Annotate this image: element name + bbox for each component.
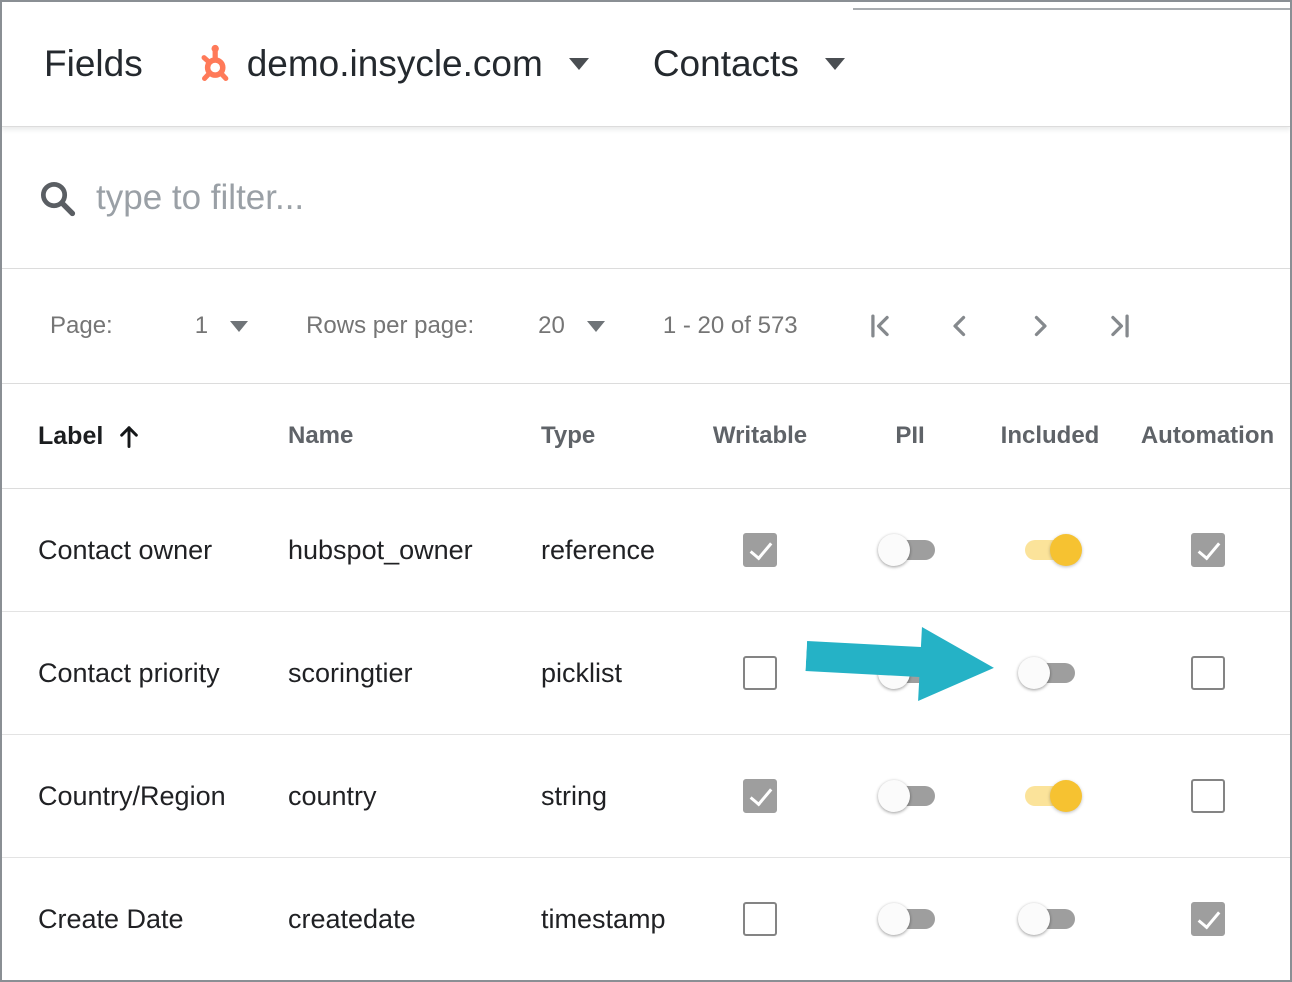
rows-per-page-value: 20 <box>538 312 565 340</box>
page-title: Fields <box>44 43 143 85</box>
included-toggle[interactable] <box>1018 656 1082 690</box>
column-header-writable[interactable]: Writable <box>675 422 845 450</box>
pagination-range: 1 - 20 of 573 <box>663 312 798 340</box>
pii-toggle[interactable] <box>878 656 942 690</box>
writable-checkbox[interactable] <box>743 533 777 567</box>
field-type: reference <box>505 535 675 566</box>
pii-toggle[interactable] <box>878 533 942 567</box>
field-type: picklist <box>505 658 675 689</box>
column-header-name[interactable]: Name <box>252 422 505 450</box>
field-name: country <box>252 781 505 812</box>
object-type-selector[interactable]: Contacts <box>653 43 845 85</box>
chevron-down-icon <box>587 321 605 332</box>
page-label: Page: <box>50 312 113 340</box>
included-toggle[interactable] <box>1018 902 1082 936</box>
automation-checkbox[interactable] <box>1191 533 1225 567</box>
automation-checkbox[interactable] <box>1191 656 1225 690</box>
search-input[interactable] <box>96 178 1096 218</box>
pagination-bar: Page: 1 Rows per page: 20 1 - 20 of 573 <box>2 269 1290 384</box>
writable-checkbox[interactable] <box>743 779 777 813</box>
chevron-down-icon <box>569 58 589 70</box>
table-row: Create Date createdate timestamp <box>2 858 1290 981</box>
column-header-label-text: Label <box>38 422 103 451</box>
page-select[interactable]: 1 <box>195 312 248 340</box>
column-header-included[interactable]: Included <box>975 422 1125 450</box>
object-type-name: Contacts <box>653 43 799 85</box>
search-icon <box>36 177 78 219</box>
sort-ascending-icon <box>115 421 143 451</box>
field-name: scoringtier <box>252 658 505 689</box>
portal-selector[interactable]: demo.insycle.com <box>195 43 589 85</box>
hubspot-icon <box>195 43 233 85</box>
writable-checkbox[interactable] <box>743 902 777 936</box>
field-label: Contact owner <box>2 535 252 566</box>
table-row: Country/Region country string <box>2 735 1290 858</box>
rows-per-page-label: Rows per page: <box>306 312 474 340</box>
automation-checkbox[interactable] <box>1191 779 1225 813</box>
included-toggle[interactable] <box>1018 779 1082 813</box>
column-header-type[interactable]: Type <box>505 422 675 450</box>
table-row: Contact owner hubspot_owner reference <box>2 489 1290 612</box>
writable-checkbox[interactable] <box>743 656 777 690</box>
window-edge-line <box>853 8 1292 10</box>
field-label: Create Date <box>2 904 252 935</box>
chevron-down-icon <box>230 321 248 332</box>
rows-per-page-select[interactable]: 20 <box>538 312 605 340</box>
field-label: Contact priority <box>2 658 252 689</box>
field-name: hubspot_owner <box>252 535 505 566</box>
search-bar <box>2 127 1290 269</box>
column-header-label[interactable]: Label <box>2 421 252 451</box>
field-type: timestamp <box>505 904 675 935</box>
fields-page: Fields demo.insycle.com Contacts <box>0 0 1292 982</box>
portal-name: demo.insycle.com <box>247 43 543 85</box>
field-name: createdate <box>252 904 505 935</box>
table-header: Label Name Type Writable PII Included Au… <box>2 384 1290 489</box>
field-type: string <box>505 781 675 812</box>
pagination-nav <box>858 304 1178 348</box>
first-page-button[interactable] <box>858 304 902 348</box>
last-page-button[interactable] <box>1098 304 1142 348</box>
previous-page-button[interactable] <box>938 304 982 348</box>
included-toggle[interactable] <box>1018 533 1082 567</box>
window-edge-artifact <box>745 0 1292 10</box>
column-header-automation[interactable]: Automation <box>1125 422 1290 450</box>
header: Fields demo.insycle.com Contacts <box>2 2 1290 127</box>
column-header-pii[interactable]: PII <box>845 422 975 450</box>
chevron-down-icon <box>825 58 845 70</box>
automation-checkbox[interactable] <box>1191 902 1225 936</box>
field-label: Country/Region <box>2 781 252 812</box>
next-page-button[interactable] <box>1018 304 1062 348</box>
pii-toggle[interactable] <box>878 902 942 936</box>
table-row: Contact priority scoringtier picklist <box>2 612 1290 735</box>
pii-toggle[interactable] <box>878 779 942 813</box>
page-value: 1 <box>195 312 208 340</box>
